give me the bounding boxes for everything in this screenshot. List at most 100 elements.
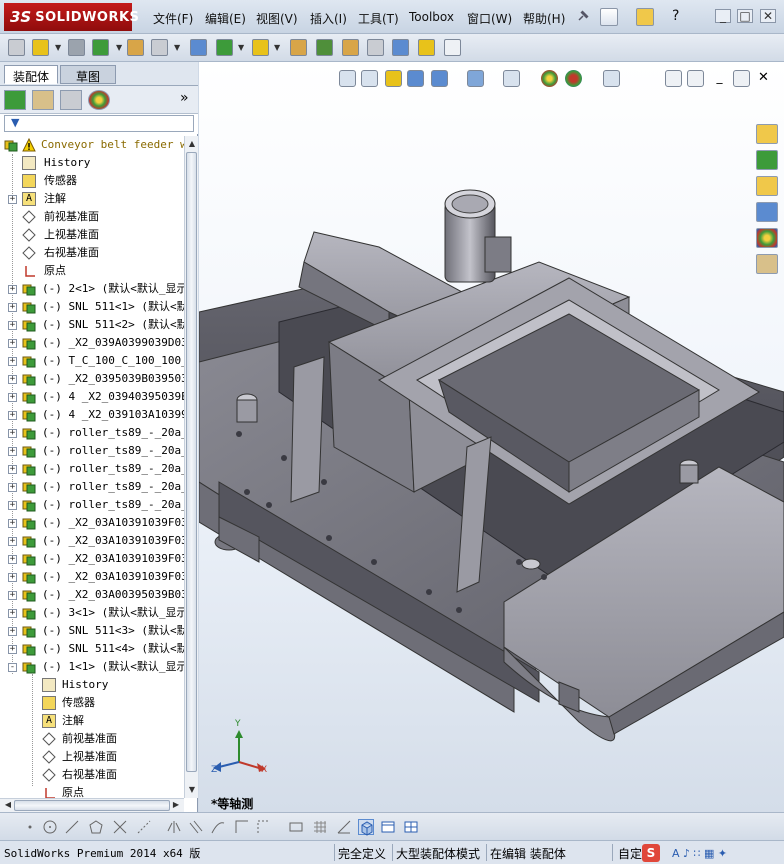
reference-geometry-icon[interactable] (252, 39, 269, 56)
dimension-icon[interactable] (288, 819, 304, 835)
expand-icon[interactable]: + (8, 321, 17, 330)
expand-icon[interactable]: + (8, 627, 17, 636)
line-icon[interactable] (64, 819, 80, 835)
expand-icon[interactable]: + (8, 339, 17, 348)
chevron-down-icon[interactable]: ▼ (274, 43, 280, 52)
exploded-view-icon[interactable] (342, 39, 359, 56)
mirror-icon[interactable] (166, 819, 182, 835)
expand-icon[interactable]: + (8, 393, 17, 402)
filter-icon[interactable]: ▼ (11, 116, 19, 129)
expand-icon[interactable]: + (8, 645, 17, 654)
solidworks-logo[interactable]: 3S SOLIDWORKS (4, 3, 139, 31)
menu-view[interactable]: 视图(V) (256, 10, 298, 27)
close-icon[interactable]: ✕ (760, 9, 776, 23)
expand-icon[interactable]: + (8, 303, 17, 312)
four-view-icon[interactable] (403, 819, 419, 835)
linear-pattern-icon[interactable] (92, 39, 109, 56)
scrollbar-thumb[interactable] (186, 152, 197, 772)
tab-sketch[interactable]: 草图 (60, 65, 116, 84)
expand-icon[interactable]: + (8, 591, 17, 600)
chevron-down-icon[interactable]: ▼ (116, 43, 122, 52)
scroll-right-icon[interactable]: ▶ (170, 799, 182, 811)
expand-icon[interactable]: + (8, 411, 17, 420)
expand-icon[interactable]: + (8, 519, 17, 528)
scroll-up-icon[interactable]: ▲ (186, 138, 198, 150)
expand-panel-icon[interactable]: » (180, 90, 189, 106)
assembly-features-icon[interactable] (216, 39, 233, 56)
pushpin-icon[interactable] (575, 8, 593, 26)
menu-window[interactable]: 窗口(W) (467, 10, 512, 27)
angle-icon[interactable] (336, 819, 352, 835)
interference-detection-icon[interactable] (392, 39, 409, 56)
new-motion-study-icon[interactable] (290, 39, 307, 56)
explode-line-sketch-icon[interactable] (367, 39, 384, 56)
expand-icon[interactable]: + (8, 483, 17, 492)
polygon-icon[interactable] (88, 819, 104, 835)
configuration-manager-tab-icon[interactable] (60, 90, 82, 110)
feature-manager-tab-icon[interactable] (4, 90, 26, 110)
minimize-icon[interactable]: _ (715, 9, 731, 23)
menu-tools[interactable]: 工具(T) (358, 10, 399, 27)
instant3d-icon[interactable] (444, 39, 461, 56)
scroll-left-icon[interactable]: ◀ (2, 799, 14, 811)
insert-component-icon[interactable] (8, 39, 25, 56)
expand-icon[interactable]: + (8, 465, 17, 474)
graphics-area[interactable]: ‹ _ ✕ (199, 62, 784, 812)
tree-root-assembly[interactable]: Conveyor belt feeder wit (0, 136, 184, 154)
point-icon[interactable] (22, 819, 38, 835)
restore-icon[interactable]: □ (737, 9, 753, 23)
expand-icon[interactable]: + (8, 447, 17, 456)
open-folder-icon[interactable] (636, 8, 654, 26)
expand-icon[interactable]: + (8, 375, 17, 384)
smart-fasteners-icon[interactable] (127, 39, 144, 56)
bill-of-materials-icon[interactable] (316, 39, 333, 56)
collapse-icon[interactable]: - (8, 663, 17, 672)
menu-insert[interactable]: 插入(I) (310, 10, 347, 27)
expand-icon[interactable]: + (8, 555, 17, 564)
expand-icon[interactable]: + (8, 501, 17, 510)
expand-icon[interactable]: + (8, 609, 17, 618)
grid-icon[interactable] (312, 819, 328, 835)
spline-icon[interactable] (256, 819, 272, 835)
single-view-icon[interactable] (380, 819, 396, 835)
chevron-down-icon[interactable]: ▼ (55, 43, 61, 52)
expand-icon[interactable]: + (8, 357, 17, 366)
new-document-icon[interactable] (600, 8, 618, 26)
ime-toolbar-icons[interactable]: A ♪ ∷ ▦ ✦ (672, 847, 727, 860)
chevron-down-icon[interactable]: ▼ (238, 43, 244, 52)
move-component-icon[interactable] (151, 39, 168, 56)
show-hidden-icon[interactable] (190, 39, 207, 56)
chevron-down-icon[interactable]: ▼ (174, 43, 180, 52)
paperclip-icon[interactable] (68, 39, 85, 56)
expand-icon[interactable]: + (8, 537, 17, 546)
mate-icon[interactable] (32, 39, 49, 56)
3d-cube-icon[interactable] (358, 819, 374, 836)
expand-icon[interactable]: + (8, 573, 17, 582)
menu-help[interactable]: 帮助(H) (523, 10, 565, 27)
conveyor-belt-feeder-model[interactable]: Y X Z (199, 62, 784, 782)
tree-filter-input[interactable]: ▼ (4, 115, 194, 132)
ime-logo-icon[interactable]: S (642, 844, 660, 862)
menu-toolbox[interactable]: Toolbox (409, 10, 454, 24)
expand-icon[interactable]: + (8, 429, 17, 438)
expand-icon[interactable]: + (8, 285, 17, 294)
scrollbar-thumb[interactable] (14, 800, 170, 811)
scroll-down-icon[interactable]: ▼ (186, 784, 198, 796)
display-manager-tab-icon[interactable] (88, 90, 110, 110)
status-custom-units[interactable]: 自定 (618, 845, 642, 862)
expand-icon[interactable]: + (8, 195, 17, 204)
arc-icon[interactable] (210, 819, 226, 835)
menu-file[interactable]: 文件(F) (153, 10, 193, 27)
clearance-verification-icon[interactable] (418, 39, 435, 56)
help-icon[interactable]: ? (672, 8, 679, 24)
trim-icon[interactable] (112, 819, 128, 835)
offset-icon[interactable] (188, 819, 204, 835)
circle-icon[interactable] (42, 819, 58, 835)
tree-horizontal-scrollbar[interactable]: ◀ ▶ (0, 798, 184, 812)
corner-rectangle-icon[interactable] (234, 819, 250, 835)
tree-vertical-scrollbar[interactable]: ▲ ▼ (184, 136, 198, 798)
tab-assembly[interactable]: 装配体 (4, 65, 59, 84)
menu-edit[interactable]: 编辑(E) (205, 10, 246, 27)
property-manager-tab-icon[interactable] (32, 90, 54, 110)
status-large-assembly-mode[interactable]: 大型装配体模式 (396, 845, 480, 862)
